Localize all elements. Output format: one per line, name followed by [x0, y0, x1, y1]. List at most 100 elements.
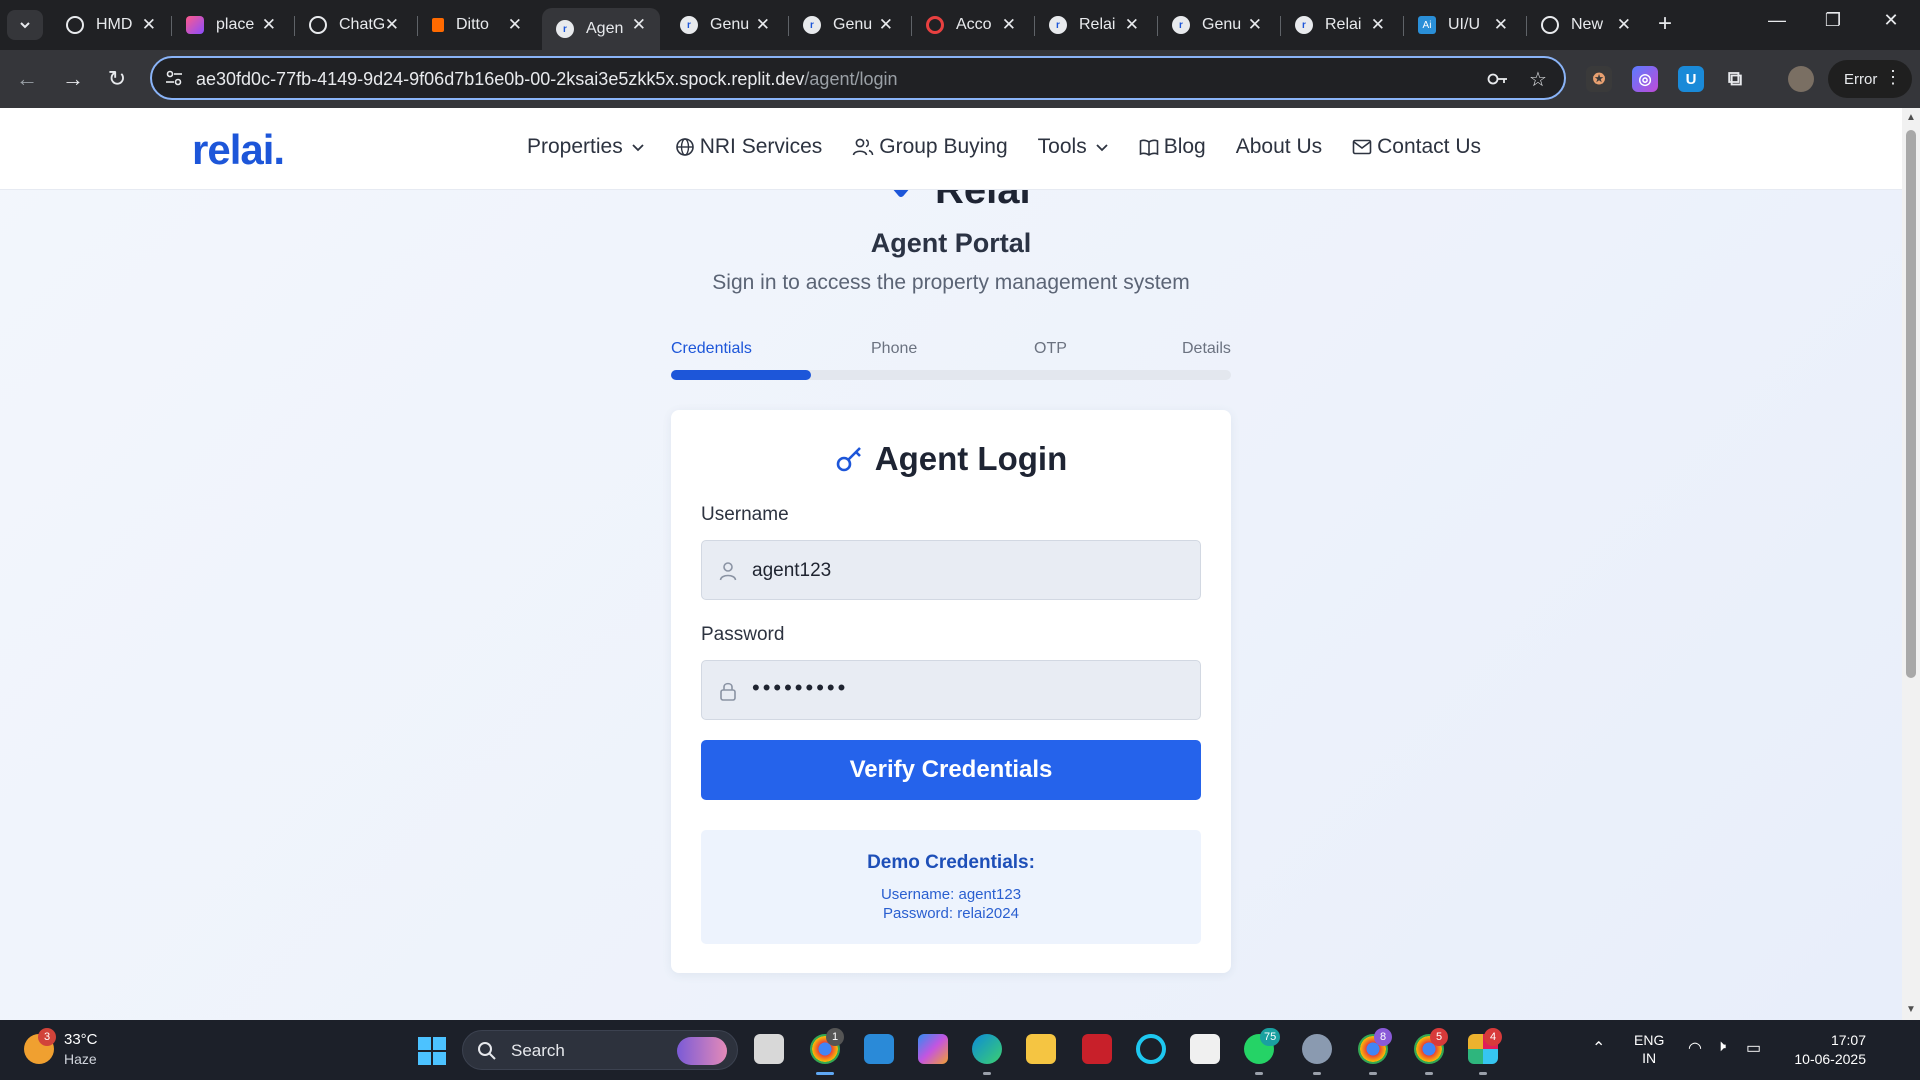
close-window-icon[interactable]: ✕	[1876, 10, 1906, 31]
settings-gear-icon[interactable]	[1302, 1034, 1332, 1064]
tab-title: HMD	[96, 16, 133, 33]
nav-tools[interactable]: Tools	[1038, 135, 1109, 159]
scroll-up-icon[interactable]: ▲	[1906, 112, 1916, 123]
close-tab-icon[interactable]: ✕	[385, 15, 399, 35]
close-tab-icon[interactable]: ✕	[262, 15, 276, 35]
tab-relai-1[interactable]: r Relai ✕	[1035, 8, 1153, 42]
tab-place[interactable]: place ✕	[172, 8, 290, 42]
tab-acco[interactable]: Acco ✕	[912, 8, 1030, 42]
mcafee-icon[interactable]	[1082, 1034, 1112, 1064]
main-nav: Properties NRI Services Group Buying Too…	[527, 135, 1511, 159]
close-tab-icon[interactable]: ✕	[1617, 15, 1631, 35]
close-tab-icon[interactable]: ✕	[756, 15, 770, 35]
login-card: Agent Login Username agent123 Password •…	[671, 410, 1231, 973]
kebab-menu-icon[interactable]: ⋮	[1884, 67, 1902, 88]
weather-temp[interactable]: 33°C	[64, 1031, 98, 1048]
edge-icon[interactable]	[972, 1034, 1002, 1064]
forward-icon[interactable]: →	[56, 62, 90, 96]
language-indicator[interactable]: ENG IN	[1634, 1031, 1664, 1067]
windows-start-icon[interactable]	[418, 1037, 446, 1065]
system-clock[interactable]: 17:07 10-06-2025	[1786, 1031, 1866, 1069]
tab-search-button[interactable]	[7, 10, 43, 40]
close-tab-icon[interactable]: ✕	[1002, 15, 1016, 35]
tray-overflow-icon[interactable]: ⌃	[1592, 1038, 1605, 1058]
tab-ditto[interactable]: Ditto ✕	[418, 8, 536, 42]
nav-properties[interactable]: Properties	[527, 135, 645, 159]
site-logo[interactable]: relai.	[192, 126, 285, 174]
mail-icon	[1352, 139, 1372, 155]
tab-relai-2[interactable]: r Relai ✕	[1281, 8, 1399, 42]
site-settings-icon[interactable]	[164, 68, 184, 88]
tab-title: Genu	[833, 16, 873, 33]
page-scrollbar[interactable]: ▲ ▼	[1902, 108, 1920, 1020]
u-extension-icon[interactable]: U	[1678, 66, 1704, 92]
reload-icon[interactable]: ↻	[100, 62, 134, 96]
close-tab-icon[interactable]: ✕	[1248, 15, 1262, 35]
close-tab-icon[interactable]: ✕	[1371, 15, 1385, 35]
user-icon	[719, 562, 737, 581]
whatsapp-badge: 75	[1260, 1028, 1281, 1046]
tab-title: Agen	[586, 20, 624, 37]
profile-avatar[interactable]	[1788, 66, 1814, 92]
nav-nri-services[interactable]: NRI Services	[675, 135, 822, 159]
demo-password: Password: relai2024	[883, 905, 1019, 922]
battery-icon[interactable]: ▭	[1746, 1038, 1761, 1058]
store-icon[interactable]	[1190, 1034, 1220, 1064]
chatgpt-icon	[309, 16, 327, 34]
nav-blog[interactable]: Blog	[1139, 135, 1206, 159]
username-input[interactable]: agent123	[701, 540, 1201, 600]
tab-agent-active[interactable]: r Agen ✕	[542, 8, 660, 50]
book-icon	[1139, 139, 1159, 156]
nav-about-us[interactable]: About Us	[1236, 135, 1322, 159]
running-indicator	[1313, 1072, 1321, 1075]
file-explorer-icon[interactable]	[1026, 1034, 1056, 1064]
scrollbar-thumb[interactable]	[1906, 130, 1916, 678]
scroll-down-icon[interactable]: ▼	[1906, 1004, 1916, 1015]
task-view-icon[interactable]	[754, 1034, 784, 1064]
close-tab-icon[interactable]: ✕	[508, 15, 522, 35]
volume-muted-icon[interactable]: 🕨	[1716, 1038, 1726, 1056]
close-tab-icon[interactable]: ✕	[879, 15, 893, 35]
close-tab-icon[interactable]: ✕	[142, 15, 156, 35]
tab-new[interactable]: New ✕	[1527, 8, 1645, 42]
restore-icon[interactable]: ❐	[1818, 10, 1848, 31]
tab-genu-1[interactable]: r Genu ✕	[666, 8, 784, 42]
login-card-title: Agent Login	[671, 440, 1231, 478]
chrome2-badge: 8	[1374, 1028, 1392, 1046]
page-subtitle: Sign in to access the property managemen…	[712, 271, 1190, 294]
profile-error-button[interactable]: Error ⋮	[1828, 60, 1912, 98]
back-icon[interactable]: ←	[10, 62, 44, 96]
chrome-badge: 1	[826, 1028, 844, 1046]
close-tab-icon[interactable]: ✕	[632, 15, 646, 35]
tab-hmd[interactable]: HMD ✕	[52, 8, 170, 42]
cortana-icon[interactable]	[1136, 1034, 1166, 1064]
close-tab-icon[interactable]: ✕	[1125, 15, 1139, 35]
address-bar[interactable]: ae30fd0c-77fb-4149-9d24-9f06d7b16e0b-00-…	[150, 56, 1566, 100]
demo-heading: Demo Credentials:	[867, 852, 1035, 873]
verify-credentials-button[interactable]: Verify Credentials	[701, 740, 1201, 800]
bookmark-star-icon[interactable]: ☆	[1526, 67, 1550, 91]
nav-group-buying[interactable]: Group Buying	[852, 135, 1008, 159]
tab-genu-3[interactable]: r Genu ✕	[1158, 8, 1276, 42]
cookie-extension-icon[interactable]: ✪	[1586, 66, 1612, 92]
url-text: ae30fd0c-77fb-4149-9d24-9f06d7b16e0b-00-…	[196, 69, 898, 90]
taskbar-search[interactable]: Search	[462, 1030, 738, 1070]
copilot-icon[interactable]	[918, 1034, 948, 1064]
password-key-icon[interactable]	[1486, 67, 1510, 91]
tab-uiux[interactable]: Ai UI/U ✕	[1404, 8, 1522, 42]
ai-extension-icon[interactable]: ◎	[1632, 66, 1658, 92]
wifi-icon[interactable]: ◠	[1688, 1038, 1702, 1058]
new-tab-button[interactable]: +	[1650, 10, 1680, 38]
extensions-puzzle-icon[interactable]: ⧉	[1722, 66, 1748, 92]
vscode-icon[interactable]	[864, 1034, 894, 1064]
clock-date: 10-06-2025	[1794, 1051, 1866, 1067]
weather-badge: 3	[38, 1028, 56, 1046]
tab-genu-2[interactable]: r Genu ✕	[789, 8, 907, 42]
browser-toolbar: ← → ↻ ae30fd0c-77fb-4149-9d24-9f06d7b16e…	[0, 50, 1920, 108]
password-input[interactable]: •••••••••	[701, 660, 1201, 720]
tab-chatgpt[interactable]: ChatG ✕	[295, 8, 413, 42]
nav-contact-us[interactable]: Contact Us	[1352, 135, 1481, 159]
relai-favicon-icon: r	[1049, 16, 1067, 34]
close-tab-icon[interactable]: ✕	[1494, 15, 1508, 35]
minimize-icon[interactable]: —	[1762, 10, 1792, 31]
